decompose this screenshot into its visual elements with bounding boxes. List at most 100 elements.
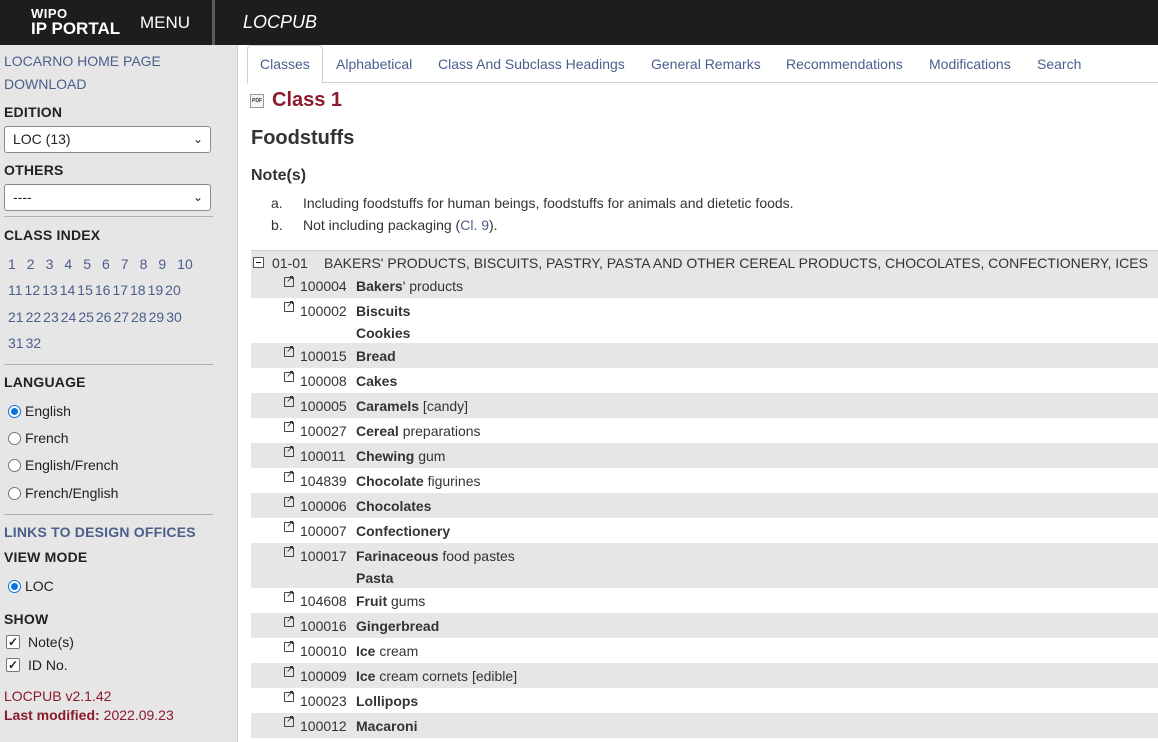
tab-class-subclass-headings[interactable]: Class And Subclass Headings <box>438 56 625 72</box>
class-index-link[interactable]: 7 <box>121 256 129 272</box>
external-link-icon[interactable] <box>284 614 294 627</box>
tab-classes[interactable]: Classes <box>247 45 323 84</box>
tab-alphabetical[interactable]: Alphabetical <box>336 56 412 72</box>
class-index-link[interactable]: 22 <box>26 309 42 325</box>
table-row: 100008 Cakes <box>251 368 1158 393</box>
locarno-home-link[interactable]: LOCARNO HOME PAGE <box>4 53 161 69</box>
version-name: LOCPUB <box>4 688 62 704</box>
links-design-offices[interactable]: LINKS TO DESIGN OFFICES <box>4 524 196 540</box>
external-link-icon[interactable] <box>284 469 294 482</box>
class-index-link[interactable]: 10 <box>177 256 193 272</box>
external-link-icon[interactable] <box>284 274 294 287</box>
language-option-english-french[interactable]: English/French <box>8 457 118 473</box>
class-index-link[interactable]: 18 <box>130 282 146 298</box>
class-index-link[interactable]: 11 <box>8 282 23 298</box>
language-label-text: French/English <box>25 485 119 501</box>
view-mode-option-loc[interactable]: LOC <box>8 578 54 594</box>
table-row: 100006 Chocolates <box>251 493 1158 518</box>
note-text: Including foodstuffs for human beings, f… <box>303 195 794 211</box>
collapse-icon[interactable] <box>253 257 264 268</box>
class-index-link[interactable]: 30 <box>166 309 182 325</box>
external-link-icon[interactable] <box>284 664 294 677</box>
product-keyword: Caramels <box>356 398 420 414</box>
external-link-icon[interactable] <box>284 369 294 382</box>
product-label: Cereal preparations <box>356 423 481 439</box>
class-index-link[interactable]: 28 <box>131 309 147 325</box>
radio-button[interactable] <box>8 404 21 418</box>
product-label: Farinaceous food pastes <box>356 548 515 564</box>
class-index-link[interactable]: 20 <box>165 282 181 298</box>
external-link-icon[interactable] <box>284 519 294 532</box>
sidebar: LOCARNO HOME PAGE DOWNLOAD EDITION LOC (… <box>0 45 238 742</box>
class-index-link[interactable]: 1 <box>8 256 16 272</box>
class-index-link[interactable]: 21 <box>8 309 24 325</box>
last-modified-value: 2022.09.23 <box>103 707 174 723</box>
download-link[interactable]: DOWNLOAD <box>4 76 86 92</box>
menu-button[interactable]: MENU <box>140 13 190 33</box>
others-select[interactable]: ---- ⌄ <box>4 184 211 211</box>
radio-button[interactable] <box>8 431 21 445</box>
class-index-link[interactable]: 8 <box>140 256 148 272</box>
tab-modifications[interactable]: Modifications <box>929 56 1011 72</box>
class-index-link[interactable]: 24 <box>61 309 77 325</box>
class-index-link[interactable]: 12 <box>25 282 41 298</box>
language-option-english[interactable]: English <box>8 403 71 419</box>
external-link-icon[interactable] <box>284 714 294 727</box>
checkbox-checked-icon[interactable]: ✓ <box>6 658 20 672</box>
pdf-icon[interactable]: PDF <box>250 94 264 108</box>
external-link-icon[interactable] <box>284 494 294 507</box>
product-label-rest: gums <box>387 593 426 609</box>
class-index-link[interactable]: 9 <box>158 256 166 272</box>
view-mode-label: VIEW MODE <box>4 549 88 565</box>
class-index-link[interactable]: 4 <box>64 256 72 272</box>
show-notes-checkbox[interactable]: ✓ Note(s) <box>6 634 74 650</box>
class-index-link[interactable]: 15 <box>77 282 93 298</box>
class-index-link[interactable]: 5 <box>83 256 91 272</box>
radio-button[interactable] <box>8 486 21 500</box>
class-index-link[interactable]: 23 <box>43 309 59 325</box>
language-option-french-english[interactable]: French/English <box>8 485 118 501</box>
class-index-link[interactable]: 32 <box>26 335 42 351</box>
class-index-link[interactable]: 14 <box>60 282 76 298</box>
class-index-link[interactable]: 3 <box>46 256 54 272</box>
class-index-link[interactable]: 6 <box>102 256 110 272</box>
class-index-link[interactable]: 2 <box>27 256 35 272</box>
class-index-link[interactable]: 17 <box>112 282 128 298</box>
checkbox-checked-icon[interactable]: ✓ <box>6 635 20 649</box>
class-9-link[interactable]: Cl. 9 <box>460 217 489 233</box>
external-link-icon[interactable] <box>284 639 294 652</box>
external-link-icon[interactable] <box>284 444 294 457</box>
table-row: 100017 Farinaceous food pastes Pasta <box>251 543 1158 588</box>
class-index-row: 21 22 23 24 25 26 27 28 29 30 <box>8 309 184 325</box>
show-id-checkbox[interactable]: ✓ ID No. <box>6 657 68 673</box>
external-link-icon[interactable] <box>284 589 294 602</box>
class-index-link[interactable]: 25 <box>78 309 94 325</box>
class-index-link[interactable]: 16 <box>95 282 111 298</box>
class-index-link[interactable]: 13 <box>42 282 58 298</box>
class-index-link[interactable]: 31 <box>8 335 24 351</box>
external-link-icon[interactable] <box>284 299 294 312</box>
external-link-icon[interactable] <box>284 419 294 432</box>
external-link-icon[interactable] <box>284 394 294 407</box>
product-id: 104608 <box>300 593 347 609</box>
external-link-icon[interactable] <box>284 344 294 357</box>
class-index-link[interactable]: 27 <box>113 309 129 325</box>
tab-general-remarks[interactable]: General Remarks <box>651 56 761 72</box>
language-option-french[interactable]: French <box>8 430 69 446</box>
product-label: Chewing gum <box>356 448 445 464</box>
tab-recommendations[interactable]: Recommendations <box>786 56 903 72</box>
radio-button[interactable] <box>8 579 21 593</box>
radio-button[interactable] <box>8 458 21 472</box>
note-text: Not including packaging ( <box>303 217 461 233</box>
external-link-icon[interactable] <box>284 689 294 702</box>
product-id: 100006 <box>300 498 347 514</box>
edition-select[interactable]: LOC (13) ⌄ <box>4 126 211 153</box>
product-alt-label: Cookies <box>356 325 411 341</box>
product-keyword: Ice <box>356 643 376 659</box>
tab-search[interactable]: Search <box>1037 56 1081 72</box>
class-index-link[interactable]: 29 <box>149 309 165 325</box>
class-index-link[interactable]: 26 <box>96 309 112 325</box>
external-link-icon[interactable] <box>284 544 294 557</box>
wipo-logo[interactable]: WIPO IP PORTAL <box>31 7 120 38</box>
class-index-link[interactable]: 19 <box>148 282 164 298</box>
